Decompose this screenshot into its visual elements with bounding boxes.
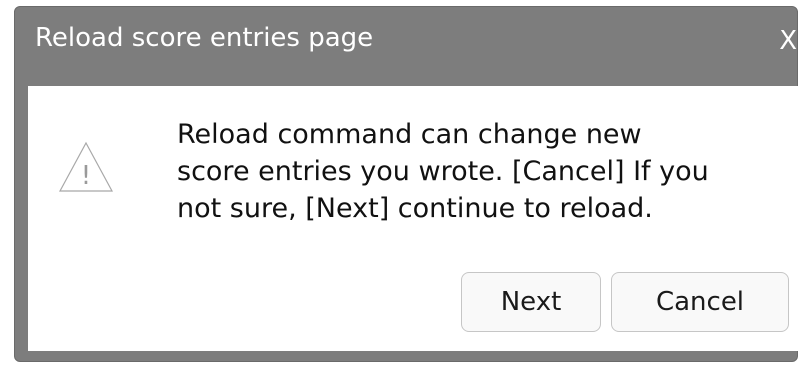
cancel-button[interactable]: Cancel xyxy=(611,272,789,332)
warning-glyph: ! xyxy=(81,161,91,191)
message-line-1: Reload command can change new xyxy=(177,119,642,150)
dialog-titlebar: Reload score entries page X xyxy=(15,7,797,85)
reload-dialog: Reload score entries page X ! Reload com… xyxy=(14,6,798,362)
next-button[interactable]: Next xyxy=(461,272,601,332)
message-line-3: not sure, [Next] continue to reload. xyxy=(177,193,653,224)
dialog-content: ! Reload command can change new score en… xyxy=(28,86,798,351)
close-button[interactable]: X xyxy=(765,21,797,61)
dialog-message: Reload command can change new score entr… xyxy=(177,116,777,227)
dialog-title: Reload score entries page xyxy=(35,23,374,53)
warning-triangle-icon: ! xyxy=(58,141,114,192)
message-line-2: score entries you wrote. [Cancel] If you xyxy=(177,156,709,187)
